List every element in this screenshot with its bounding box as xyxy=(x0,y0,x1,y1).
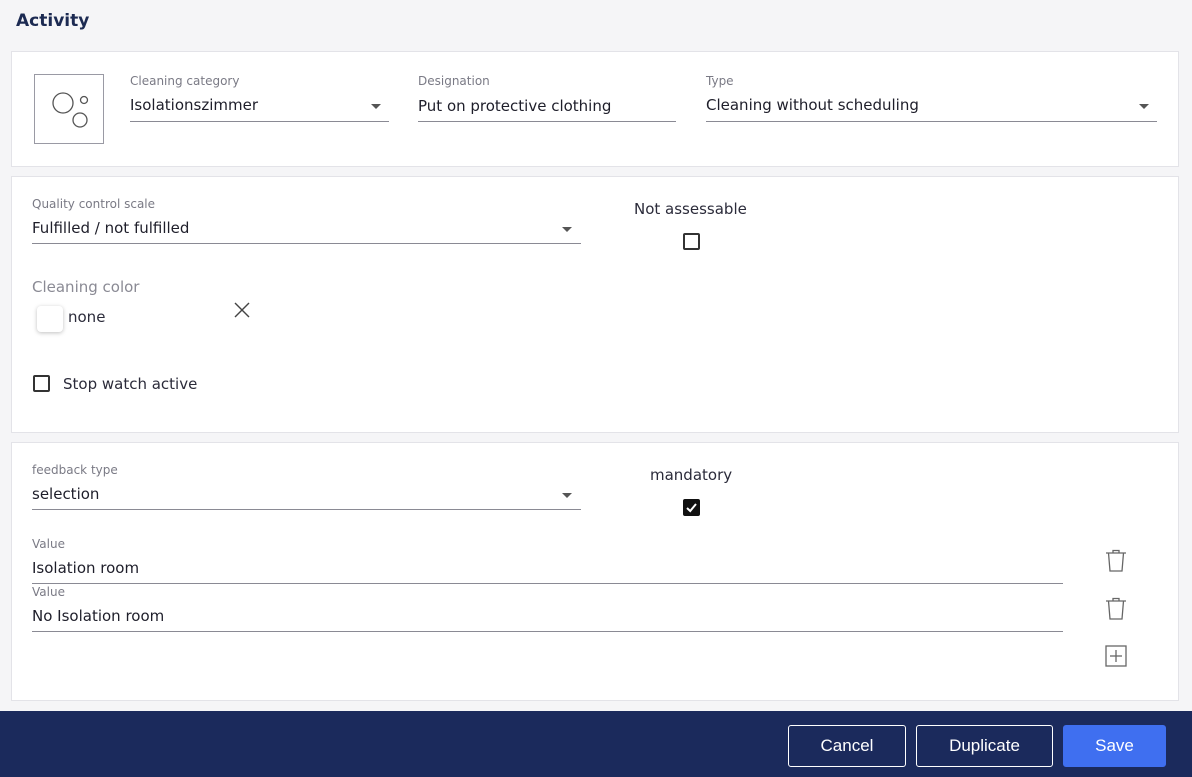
quality-card: Quality control scale Fulfilled / not fu… xyxy=(11,176,1179,433)
designation-label: Designation xyxy=(418,74,490,88)
cleaning-color-value: none xyxy=(68,308,106,326)
quality-scale-underline xyxy=(32,243,581,244)
not-assessable-label: Not assessable xyxy=(634,200,747,218)
check-icon xyxy=(686,503,697,513)
cleaning-category-label: Cleaning category xyxy=(130,74,240,88)
quality-scale-value: Fulfilled / not fulfilled xyxy=(32,219,190,237)
trash-icon xyxy=(1106,549,1126,572)
clear-color-button[interactable] xyxy=(229,297,255,323)
quality-scale-select[interactable]: Quality control scale Fulfilled / not fu… xyxy=(32,197,581,247)
value-underline xyxy=(32,631,1063,632)
value-label: Value xyxy=(32,585,65,599)
value-text: No Isolation room xyxy=(32,607,165,625)
cleaning-color-swatch[interactable] xyxy=(37,306,63,332)
activity-dialog: Activity Cleaning category Isolationszim… xyxy=(0,0,1192,777)
feedback-type-underline xyxy=(32,509,581,510)
designation-value: Put on protective clothing xyxy=(418,97,612,115)
type-underline xyxy=(706,121,1157,122)
chevron-down-icon xyxy=(562,493,572,498)
save-button[interactable]: Save xyxy=(1063,725,1166,767)
dialog-footer: Cancel Duplicate Save xyxy=(0,711,1192,777)
feedback-type-value: selection xyxy=(32,485,100,503)
cleaning-category-underline xyxy=(130,121,389,122)
cleaning-category-value: Isolationszimmer xyxy=(130,96,258,114)
close-icon xyxy=(234,302,250,318)
feedback-type-select[interactable]: feedback type selection xyxy=(32,463,581,513)
page-title: Activity xyxy=(16,11,90,31)
chevron-down-icon xyxy=(371,104,381,109)
cleaning-color-label: Cleaning color xyxy=(32,278,140,296)
value-field-1[interactable]: Value Isolation room xyxy=(32,537,1063,585)
plus-square-icon xyxy=(1105,645,1127,667)
type-value: Cleaning without scheduling xyxy=(706,96,919,114)
value-field-2[interactable]: Value No Isolation room xyxy=(32,585,1063,633)
bubbles-icon xyxy=(52,92,89,128)
add-value-button[interactable] xyxy=(1103,643,1129,669)
designation-underline xyxy=(418,121,676,122)
chevron-down-icon xyxy=(562,227,572,232)
value-text: Isolation room xyxy=(32,559,140,577)
feedback-card: feedback type selection mandatory Value … xyxy=(11,442,1179,701)
quality-scale-label: Quality control scale xyxy=(32,197,156,211)
cleaning-category-select[interactable]: Cleaning category Isolationszimmer xyxy=(130,74,389,124)
trash-icon xyxy=(1106,597,1126,620)
feedback-type-label: feedback type xyxy=(32,463,118,477)
type-select[interactable]: Type Cleaning without scheduling xyxy=(706,74,1157,124)
value-underline xyxy=(32,583,1063,584)
stop-watch-label: Stop watch active xyxy=(63,375,198,393)
mandatory-label: mandatory xyxy=(650,466,733,484)
stop-watch-checkbox[interactable] xyxy=(33,375,50,392)
designation-field[interactable]: Designation Put on protective clothing xyxy=(418,74,676,124)
cancel-button[interactable]: Cancel xyxy=(788,725,906,767)
value-label: Value xyxy=(32,537,65,551)
delete-value-button[interactable] xyxy=(1103,595,1129,621)
chevron-down-icon xyxy=(1139,104,1149,109)
category-icon-picker[interactable] xyxy=(34,74,104,144)
duplicate-button[interactable]: Duplicate xyxy=(916,725,1053,767)
delete-value-button[interactable] xyxy=(1103,547,1129,573)
mandatory-checkbox[interactable] xyxy=(683,499,700,516)
type-label: Type xyxy=(706,74,734,88)
not-assessable-checkbox[interactable] xyxy=(683,233,700,250)
general-card: Cleaning category Isolationszimmer Desig… xyxy=(11,51,1179,167)
